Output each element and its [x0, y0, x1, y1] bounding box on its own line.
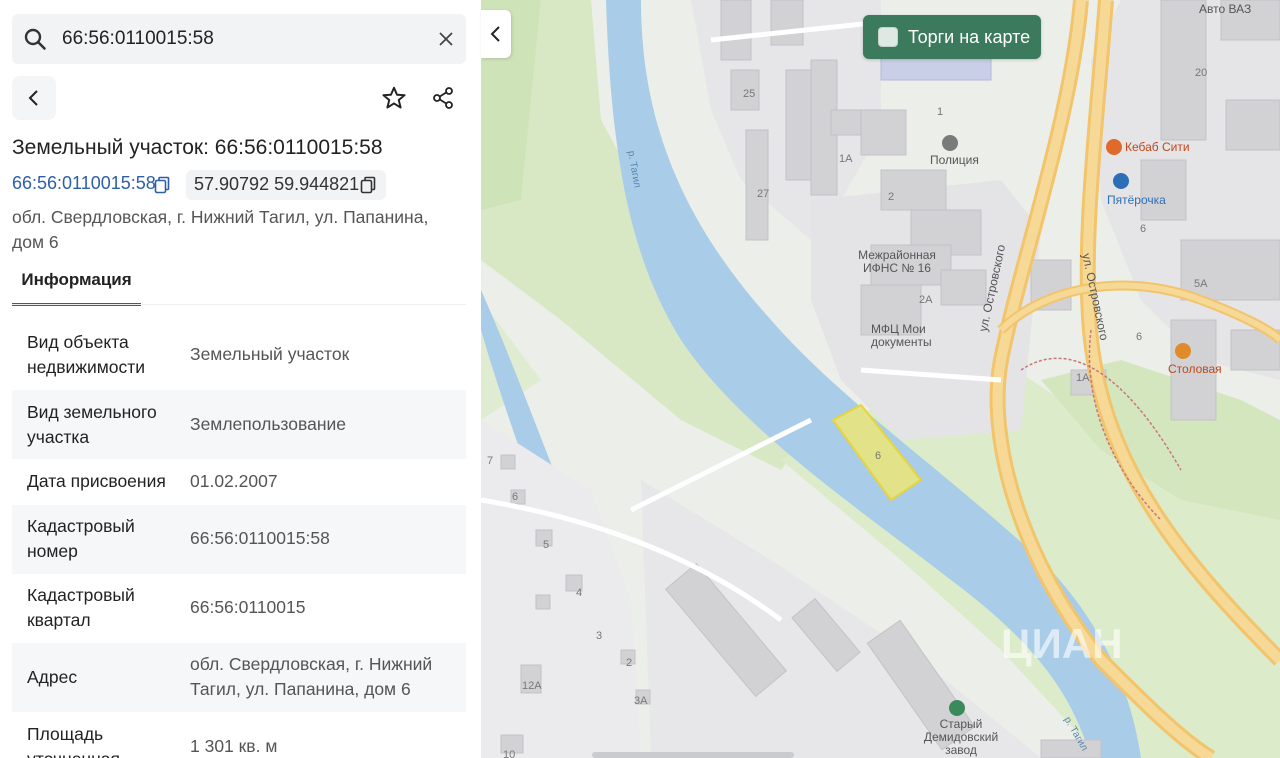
- house-number: 3А: [634, 695, 648, 707]
- property-value: Земельный участок: [190, 344, 350, 364]
- map-scroll-handle[interactable]: [592, 752, 794, 758]
- house-number: 25: [743, 88, 756, 100]
- share-icon: [433, 87, 453, 109]
- favorite-button[interactable]: [372, 76, 416, 120]
- property-key: Дата присвоения: [27, 471, 166, 491]
- house-number: 20: [1195, 67, 1208, 79]
- table-row: Адрес обл. Свердловская, г. Нижний Тагил…: [12, 643, 466, 712]
- house-number: 10: [503, 749, 516, 758]
- info-panel: Земельный участок: 66:56:0110015:58 66:5…: [0, 0, 481, 758]
- search-input[interactable]: [62, 14, 422, 64]
- cadastral-number-link[interactable]: 66:56:0110015:58: [12, 173, 156, 194]
- auction-toggle-label: Торги на карте: [908, 26, 1031, 47]
- table-row: Площадь уточненная 1 301 кв. м: [12, 712, 466, 758]
- property-value: 1 301 кв. м: [190, 736, 278, 756]
- share-button[interactable]: [421, 76, 465, 120]
- property-key: Вид земельного участка: [27, 402, 157, 447]
- house-number: 6: [1140, 223, 1147, 235]
- house-number: 7: [487, 455, 494, 467]
- property-key: Адрес: [27, 667, 78, 687]
- property-value: 66:56:0110015: [190, 597, 306, 617]
- property-value: 01.02.2007: [190, 471, 278, 491]
- table-row: Вид объекта недвижимости Земельный участ…: [12, 319, 466, 390]
- table-row: Вид земельного участка Землепользование: [12, 390, 466, 459]
- house-number: 2: [888, 191, 895, 203]
- house-number: 1А: [839, 153, 853, 165]
- property-key: Вид объекта недвижимости: [27, 332, 146, 377]
- coordinates-chip[interactable]: 57.90792 59.944821: [186, 170, 386, 200]
- police-icon: [942, 135, 958, 151]
- house-number: 27: [757, 188, 770, 200]
- house-number: 2А: [919, 294, 933, 306]
- property-key: Кадастровый номер: [27, 516, 135, 561]
- house-number: 6: [875, 450, 882, 462]
- property-key: Кадастровый квартал: [27, 585, 135, 630]
- star-icon: [382, 86, 406, 109]
- map-label-police[interactable]: Полиция: [930, 153, 979, 167]
- chevron-left-icon: [490, 26, 500, 42]
- table-row: Дата присвоения 01.02.2007: [12, 459, 466, 505]
- house-number: 2: [626, 657, 633, 669]
- properties-table: Вид объекта недвижимости Земельный участ…: [12, 319, 466, 758]
- tab-divider: [12, 304, 466, 305]
- property-key: Площадь уточненная: [27, 724, 120, 758]
- stolovaya-icon: [1175, 343, 1191, 359]
- kebab-icon: [1106, 139, 1122, 155]
- object-address: обл. Свердловская, г. Нижний Тагил, ул. …: [12, 207, 429, 252]
- copy-icon[interactable]: [358, 175, 378, 195]
- map-label-ifns[interactable]: Межрайонная ИФНС № 16: [847, 249, 947, 275]
- house-number: 1А: [1076, 372, 1090, 384]
- house-number: 12А: [522, 680, 542, 692]
- coordinates-text: 57.90792 59.944821: [194, 174, 360, 194]
- property-value: 66:56:0110015:58: [190, 528, 330, 548]
- property-value: обл. Свердловская, г. Нижний Тагил, ул. …: [190, 654, 433, 699]
- copy-icon[interactable]: [152, 175, 172, 195]
- table-row: Кадастровый квартал 66:56:0110015: [12, 574, 466, 643]
- search-bar: [12, 14, 466, 64]
- house-number: 6: [512, 491, 519, 503]
- pyaterochka-icon: [1113, 173, 1129, 189]
- collapse-panel-button[interactable]: [481, 10, 511, 58]
- auction-toggle[interactable]: Торги на карте: [863, 15, 1041, 59]
- house-number: 5: [543, 539, 550, 551]
- house-number: 5А: [1194, 278, 1208, 290]
- map-label-pyaterochka[interactable]: Пятёрочка: [1107, 193, 1166, 207]
- museum-icon: [949, 700, 965, 716]
- house-number: 6: [1136, 331, 1143, 343]
- map-canvas[interactable]: [481, 0, 1280, 758]
- chevron-left-icon: [28, 90, 38, 106]
- tab-information[interactable]: Информация: [12, 262, 141, 306]
- search-icon[interactable]: [23, 27, 47, 51]
- map-label-kebab[interactable]: Кебаб Сити: [1125, 140, 1190, 154]
- map-label-staryi-zavod[interactable]: Старый Демидовский завод: [911, 718, 1011, 757]
- watermark: ЦИАН: [1001, 620, 1123, 667]
- table-row: Кадастровый номер 66:56:0110015:58: [12, 505, 466, 574]
- page-title: Земельный участок: 66:56:0110015:58: [12, 136, 383, 159]
- house-number: 3: [596, 630, 603, 642]
- back-button[interactable]: [12, 76, 56, 120]
- map-label-avto-vaz[interactable]: Авто ВАЗ: [1199, 2, 1251, 16]
- clear-icon[interactable]: [436, 29, 456, 49]
- auction-checkbox[interactable]: [878, 27, 898, 47]
- map-label-stolovaya[interactable]: Столовая: [1168, 362, 1222, 376]
- house-number: 4: [576, 587, 583, 599]
- map-view[interactable]: Полиция Межрайонная ИФНС № 16 МФЦ Мои до…: [481, 0, 1280, 758]
- property-value: Землепользование: [190, 414, 346, 434]
- house-number: 1: [937, 106, 944, 118]
- map-label-mfc[interactable]: МФЦ Мои документы: [871, 323, 932, 349]
